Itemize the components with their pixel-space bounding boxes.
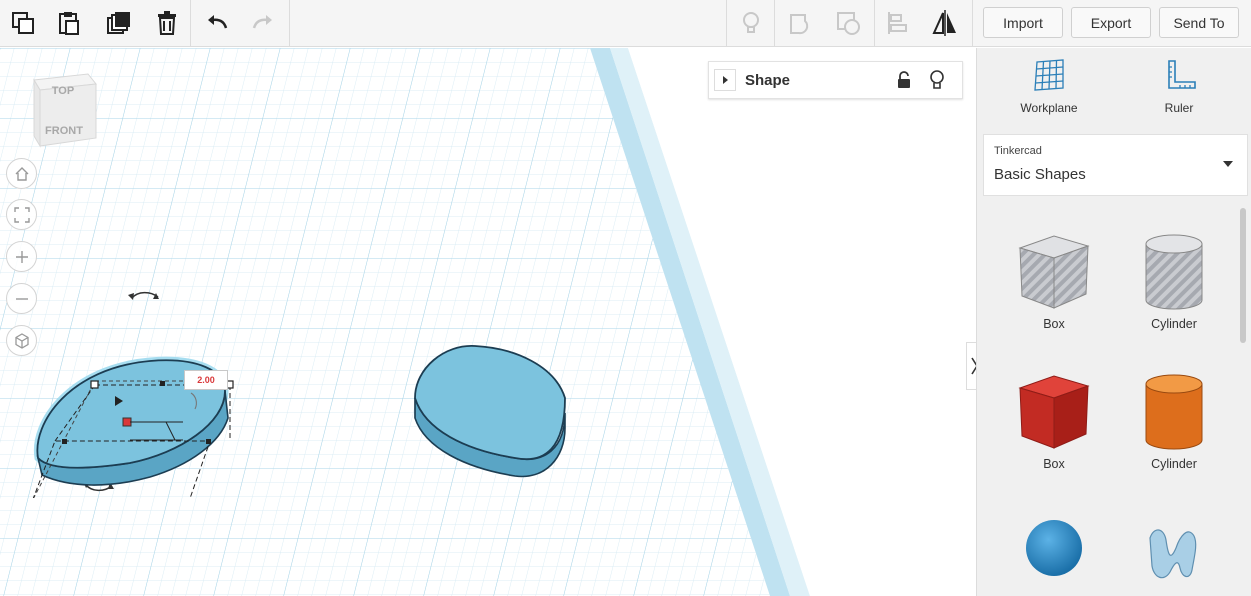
copy-icon[interactable] (6, 6, 40, 40)
view-cube-front-label: FRONT (45, 125, 83, 137)
undo-icon[interactable] (200, 6, 234, 40)
fit-all-button[interactable] (6, 199, 37, 230)
cylinder-hole-icon (1145, 234, 1203, 310)
group-icon[interactable] (784, 6, 818, 40)
shape-library-select[interactable]: Tinkercad Basic Shapes (983, 134, 1248, 196)
plus-icon (15, 250, 28, 263)
workplane-label: Workplane (1020, 101, 1078, 115)
shape-tile-cylinder-gray[interactable]: Cylinder (1119, 226, 1229, 331)
workplane-icon (1034, 59, 1064, 91)
sphere-icon (1026, 520, 1082, 576)
shape-label: Box (1043, 317, 1065, 331)
library-category: Tinkercad (994, 145, 1042, 157)
view-cube-top-label: TOP (52, 85, 74, 97)
shape-label: Cylinder (1151, 457, 1197, 471)
shapes-sidebar: Workplane Ruler Tinkercad Basic Shapes B… (976, 48, 1251, 596)
shape-inspector-panel: Shape (708, 61, 963, 99)
main-toolbar: Import Export Send To (0, 0, 1251, 47)
expand-panel-button[interactable] (714, 69, 736, 91)
zoom-in-button[interactable] (6, 241, 37, 272)
workplane-button[interactable]: Workplane (1004, 58, 1094, 115)
caret-right-icon (723, 76, 728, 84)
ungroup-icon[interactable] (832, 6, 866, 40)
selected-shape[interactable] (20, 283, 240, 498)
send-to-button[interactable]: Send To (1159, 7, 1239, 38)
shape-tile-sphere[interactable] (999, 510, 1109, 583)
dimension-input[interactable]: 2.00 (184, 370, 228, 390)
library-name: Basic Shapes (994, 166, 1086, 183)
shape-label: Box (1043, 457, 1065, 471)
shape-tile-scribble[interactable] (1119, 518, 1229, 591)
workplane-canvas[interactable]: TOP FRONT 2.00 Shape (0, 48, 976, 596)
box-icon (1018, 375, 1090, 449)
align-icon[interactable] (880, 6, 914, 40)
shape-tile-box-gray[interactable]: Box (999, 226, 1109, 331)
lock-icon[interactable] (896, 71, 912, 94)
mirror-icon[interactable] (928, 6, 962, 40)
delete-icon[interactable] (150, 6, 184, 40)
import-button[interactable]: Import (983, 7, 1063, 38)
paste-icon[interactable] (52, 6, 86, 40)
cylinder-icon (1145, 374, 1203, 450)
shape-tile-cylinder-orange[interactable]: Cylinder (1119, 366, 1229, 471)
ruler-button[interactable]: Ruler (1134, 58, 1224, 115)
shape-label: Cylinder (1151, 317, 1197, 331)
lightbulb-icon[interactable] (734, 6, 768, 40)
home-icon (15, 166, 28, 181)
redo-icon[interactable] (246, 6, 280, 40)
export-button[interactable]: Export (1071, 7, 1151, 38)
lightbulb-visibility-icon[interactable] (929, 70, 945, 95)
scribble-icon (1149, 529, 1197, 579)
rotate-handle-bottom[interactable] (85, 484, 113, 492)
panel-title: Shape (745, 71, 791, 89)
home-view-button[interactable] (6, 158, 37, 189)
ruler-icon (1168, 60, 1196, 89)
ruler-label: Ruler (1164, 101, 1194, 115)
view-cube[interactable]: TOP FRONT (30, 72, 100, 155)
fit-icon (13, 206, 30, 223)
shape-object[interactable] (405, 338, 575, 488)
dropdown-arrow-icon (1223, 161, 1233, 167)
box-hole-icon (1018, 235, 1090, 309)
sidebar-scrollbar[interactable] (1240, 208, 1246, 343)
shape-tile-box-red[interactable]: Box (999, 366, 1109, 471)
duplicate-icon[interactable] (102, 6, 136, 40)
height-handle[interactable] (122, 417, 132, 427)
